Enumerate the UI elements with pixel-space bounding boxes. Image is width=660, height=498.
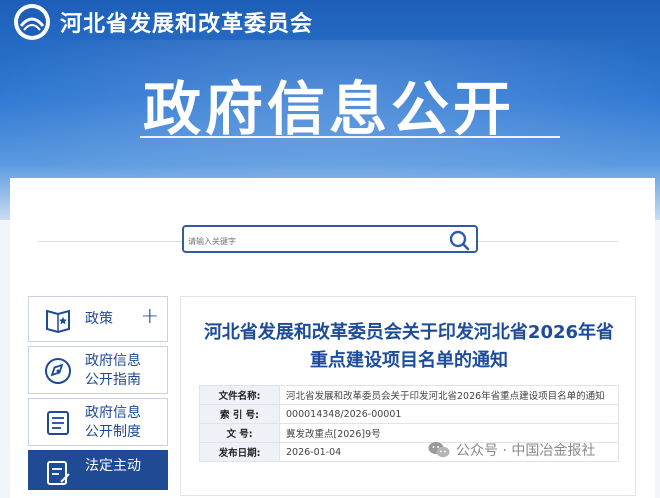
document-list-icon — [47, 411, 69, 435]
banner-title: 政府信息公开 — [143, 75, 516, 143]
expand-plus-icon[interactable]: + — [141, 304, 159, 329]
meta-value: 000014348/2026-00001 — [279, 404, 619, 424]
meta-label: 文 号: — [199, 423, 280, 443]
banner-underline — [140, 136, 560, 138]
sidebar-item-label: 法定主动 — [85, 458, 141, 474]
article-panel: 河北省发展和改革委员会关于印发河北省2026年省 重点建设项目名单的通知 文件名… — [180, 296, 636, 496]
article-title: 河北省发展和改革委员会关于印发河北省2026年省 重点建设项目名单的通知 — [203, 322, 615, 371]
sidebar-item-label: 政府信息 公开指南 — [85, 353, 141, 388]
watermark: 公众号 · 中国冶金报社 — [428, 440, 595, 460]
compass-icon — [45, 358, 71, 384]
table-row: 索 引 号: 000014348/2026-00001 — [199, 404, 619, 424]
wechat-icon — [428, 442, 450, 458]
meta-value: 河北省发展和改革委员会关于印发河北省2026年省重点建设项目名单的通知 — [279, 385, 619, 405]
meta-label: 文件名称: — [199, 385, 280, 405]
sidebar-item-policy[interactable]: 政策 + — [28, 296, 168, 342]
search-icon[interactable] — [448, 229, 470, 251]
meta-label: 索 引 号: — [199, 404, 280, 424]
meta-label: 发布日期: — [199, 442, 280, 462]
edit-document-icon — [47, 461, 70, 485]
org-name: 河北省发展和改革委员会 — [60, 12, 314, 37]
search-input[interactable] — [186, 230, 440, 252]
search-box — [182, 225, 478, 253]
book-star-icon — [46, 309, 70, 334]
sidebar-item-label: 政策 — [85, 311, 113, 327]
sidebar-item-guide[interactable]: 政府信息 公开指南 — [28, 346, 168, 394]
watermark-text: 公众号 · 中国冶金报社 — [456, 443, 596, 459]
logo-icon — [14, 4, 50, 40]
sidebar-item-system[interactable]: 政府信息 公开制度 — [28, 398, 168, 446]
table-row: 文件名称: 河北省发展和改革委员会关于印发河北省2026年省重点建设项目名单的通… — [199, 385, 619, 405]
sidebar-item-statutory[interactable]: 法定主动 — [28, 450, 168, 490]
sidebar-item-label: 政府信息 公开制度 — [85, 405, 141, 440]
